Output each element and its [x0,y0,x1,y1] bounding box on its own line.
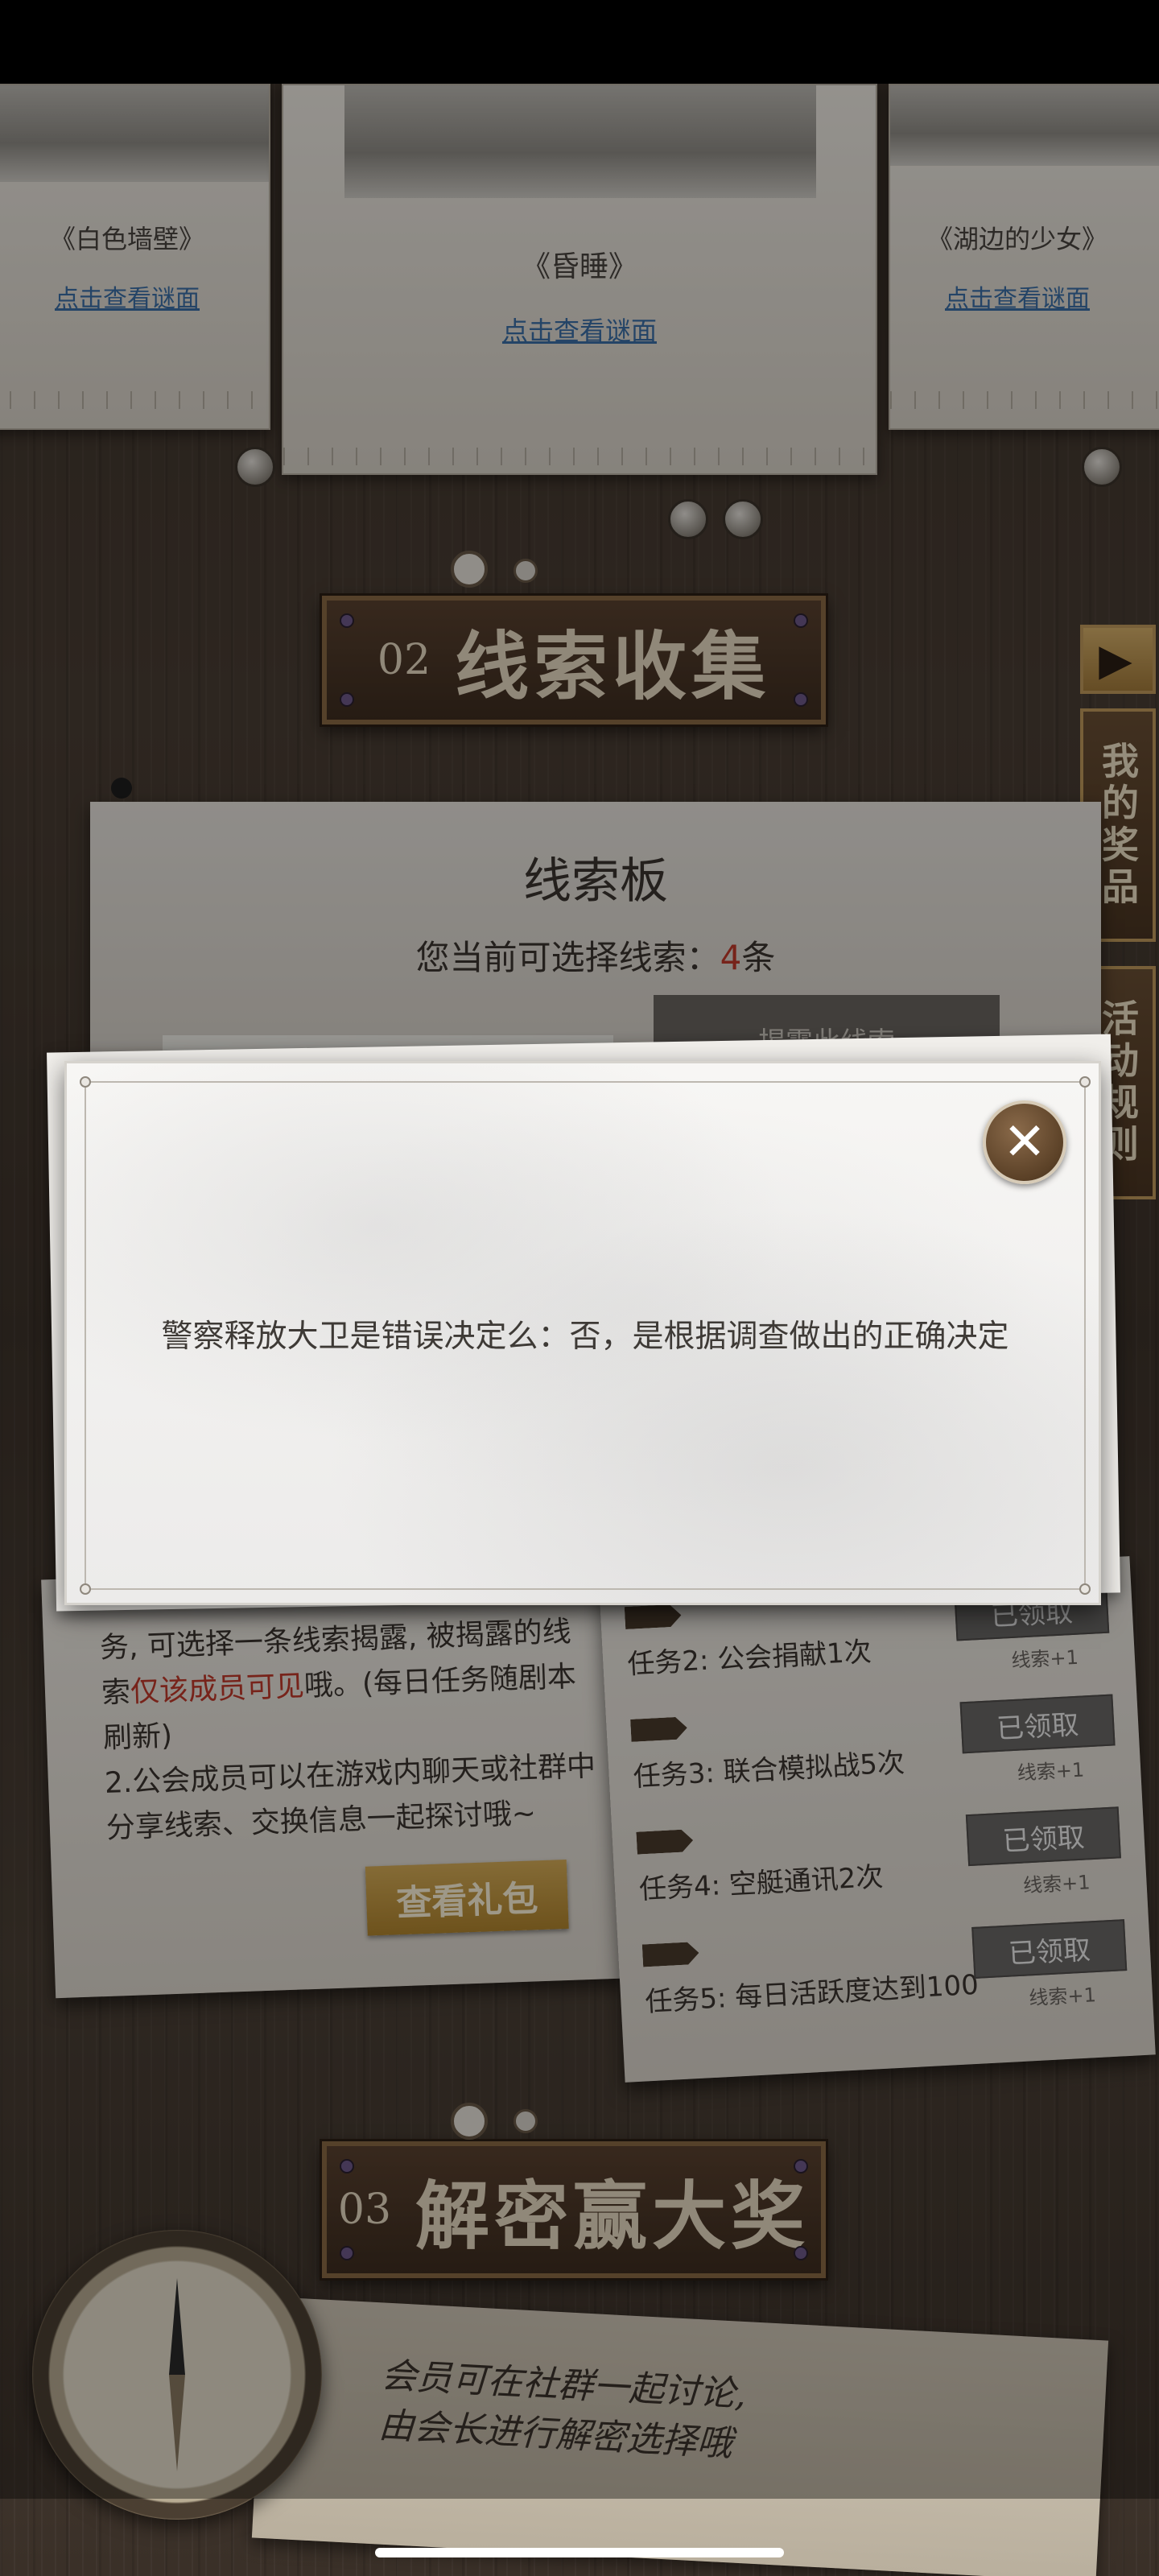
corner-ornament [1079,1076,1091,1088]
home-indicator[interactable] [375,2548,784,2557]
corner-ornament [1079,1583,1091,1595]
clue-detail-modal: 警察释放大卫是错误决定么：否，是根据调查做出的正确决定 ✕ [64,1061,1101,1605]
close-icon[interactable]: ✕ [983,1100,1066,1184]
modal-message: 警察释放大卫是错误决定么：否，是根据调查做出的正确决定 [161,1319,1009,1355]
status-bar [0,0,1159,84]
corner-ornament [80,1076,91,1088]
corner-ornament [80,1583,91,1595]
